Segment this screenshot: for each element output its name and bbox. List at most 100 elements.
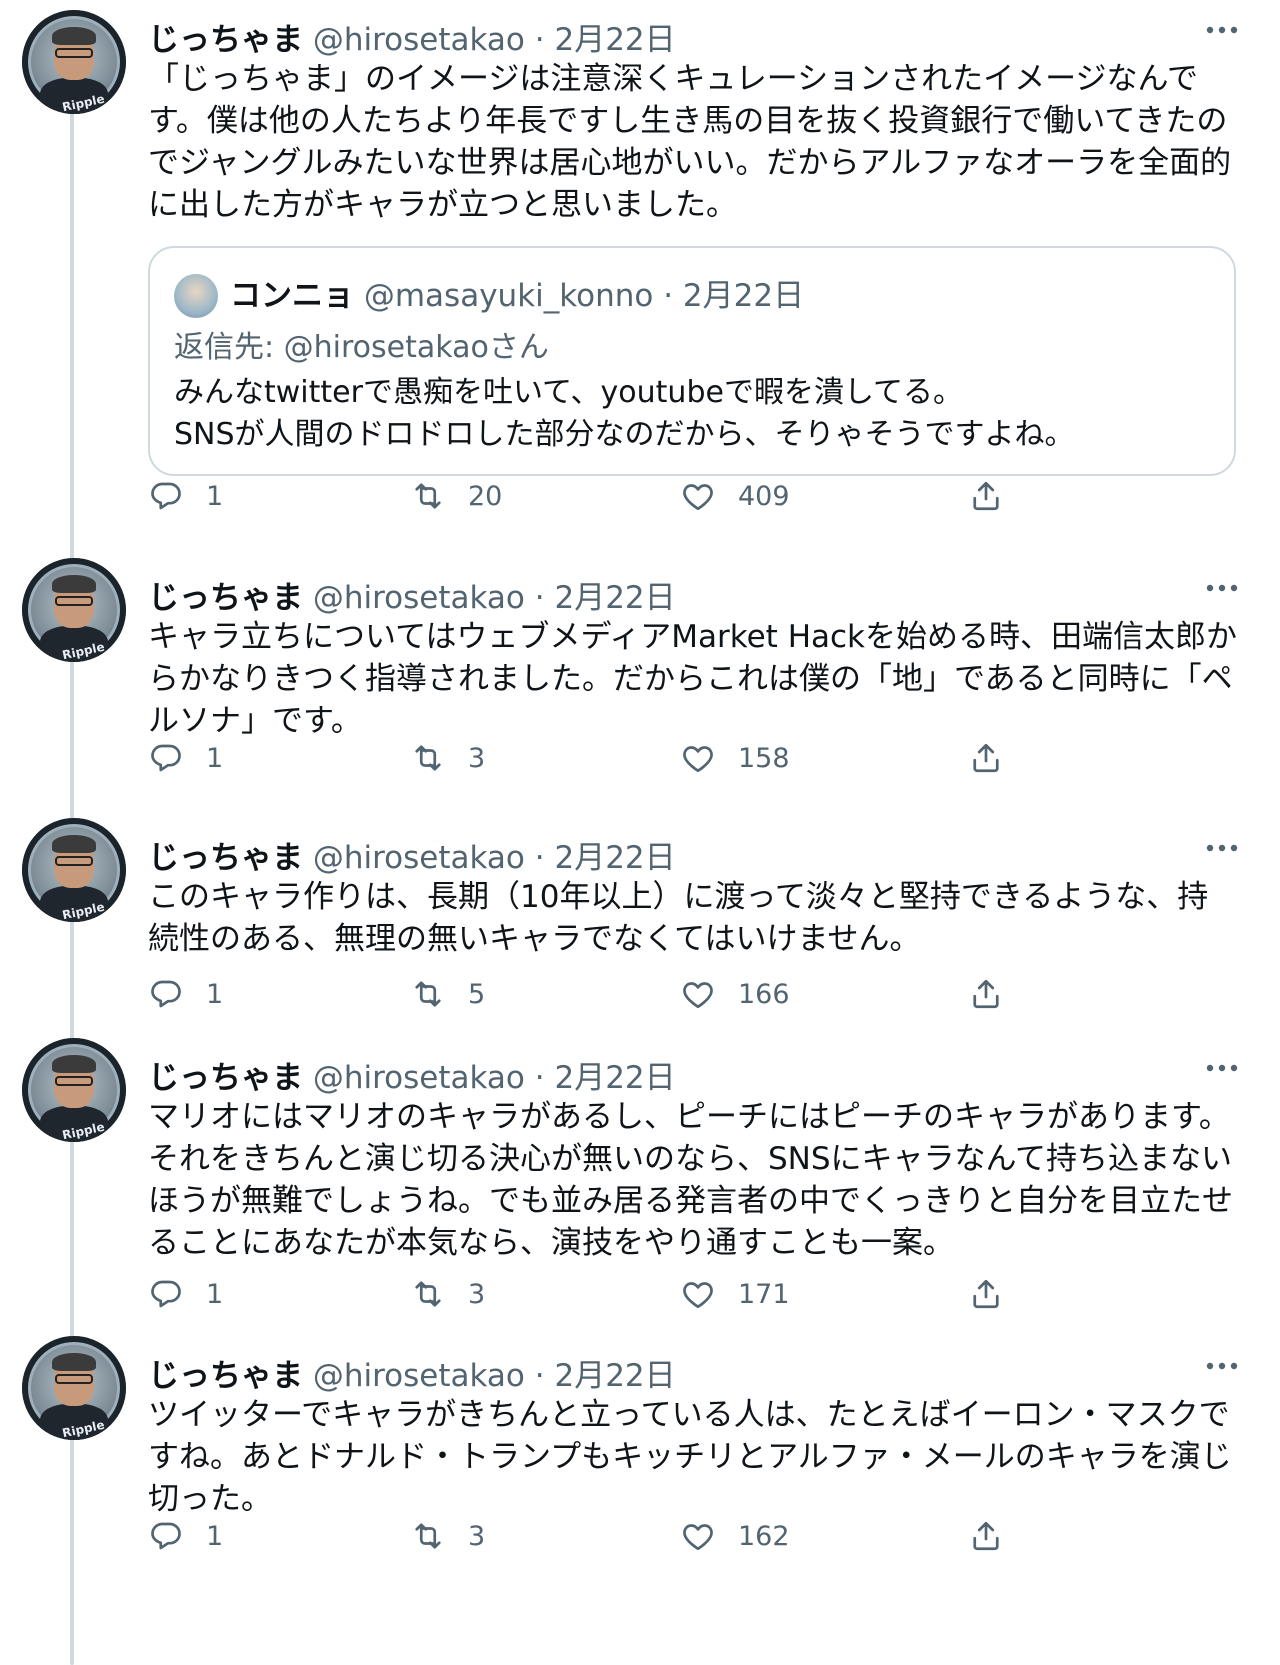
retweet-button[interactable]: 20 [410, 476, 502, 516]
retweet-count: 5 [468, 978, 486, 1010]
tweet-text: このキャラ作りは、長期（10年以上）に渡って淡々と堅持できるような、持続性のある… [148, 879, 1209, 957]
tweet-actions: 1 20 409 [148, 476, 1148, 516]
tweet: Ripple じっちゃま @hirosetakao · 2月22日 「じっちゃま」の… [0, 0, 1280, 558]
author-name[interactable]: じっちゃま [148, 1358, 303, 1394]
avatar[interactable]: Ripple [22, 818, 126, 922]
tweet-header: じっちゃま @hirosetakao · 2月22日 [148, 572, 676, 616]
retweet-count: 20 [468, 480, 503, 512]
tweet: Ripple じっちゃま @hirosetakao · 2月22日 マリオにはマリオ… [0, 1038, 1280, 1336]
retweet-icon [410, 976, 446, 1012]
retweet-count: 3 [468, 1278, 486, 1310]
tweet-actions: 1 5 166 [148, 974, 1148, 1014]
retweet-count: 3 [468, 742, 486, 774]
share-icon [968, 1518, 1004, 1554]
tweet: Ripple じっちゃま @hirosetakao · 2月22日 ツイッターでキャ… [0, 1336, 1280, 1665]
author-handle[interactable]: @hirosetakao [313, 1060, 525, 1096]
author-name[interactable]: じっちゃま [148, 580, 303, 616]
reply-count: 1 [206, 978, 224, 1010]
tweet-thread: Ripple じっちゃま @hirosetakao · 2月22日 「じっちゃま」の… [0, 0, 1280, 1665]
like-button[interactable]: 409 [680, 476, 790, 516]
reply-button[interactable]: 1 [148, 476, 223, 516]
like-button[interactable]: 162 [680, 1516, 790, 1556]
tweet-header: じっちゃま @hirosetakao · 2月22日 [148, 14, 676, 58]
like-count: 409 [738, 480, 790, 512]
more-icon[interactable] [1204, 1060, 1240, 1074]
retweet-button[interactable]: 3 [410, 1274, 485, 1314]
tweet-text: ツイッターでキャラがきちんと立っている人は、たとえばイーロン・マスクですね。あと… [148, 1397, 1232, 1517]
tweet-text: 「じっちゃま」のイメージは注意深くキュレーションされたイメージなんです。僕は他の… [148, 61, 1232, 223]
tweet-date[interactable]: 2月22日 [554, 840, 675, 876]
avatar[interactable]: Ripple [22, 558, 126, 662]
author-name[interactable]: じっちゃま [148, 22, 303, 58]
retweet-icon [410, 478, 446, 514]
reply-icon [148, 478, 184, 514]
tweet-actions: 1 3 158 [148, 738, 1148, 778]
author-handle[interactable]: @hirosetakao [313, 840, 525, 876]
retweet-icon [410, 1518, 446, 1554]
reply-count: 1 [206, 1520, 224, 1552]
author-name[interactable]: じっちゃま [148, 1060, 303, 1096]
tweet: Ripple じっちゃま @hirosetakao · 2月22日 このキャラ作りは… [0, 818, 1280, 1038]
share-button[interactable] [968, 1516, 1004, 1556]
share-button[interactable] [968, 974, 1004, 1014]
more-icon[interactable] [1204, 580, 1240, 594]
share-button[interactable] [968, 738, 1004, 778]
like-count: 158 [738, 742, 790, 774]
tweet-header: じっちゃま @hirosetakao · 2月22日 [148, 1052, 676, 1096]
quote-avatar [174, 274, 218, 318]
author-name[interactable]: じっちゃま [148, 840, 303, 876]
like-icon [680, 976, 716, 1012]
quote-text: みんなtwitterで愚痴を吐いて、youtubeで暇を潰してる。 SNSが人間… [174, 375, 1075, 452]
retweet-button[interactable]: 3 [410, 738, 485, 778]
tweet-date[interactable]: 2月22日 [554, 580, 675, 616]
quote-author-name: コンニョ [230, 278, 354, 314]
reply-count: 1 [206, 742, 224, 774]
more-icon[interactable] [1204, 22, 1240, 36]
retweet-count: 3 [468, 1520, 486, 1552]
separator-dot: · [534, 1358, 545, 1394]
retweet-button[interactable]: 5 [410, 974, 485, 1014]
share-icon [968, 478, 1004, 514]
quote-author-handle: @masayuki_konno [363, 278, 654, 314]
avatar[interactable]: Ripple [22, 1038, 126, 1142]
like-count: 162 [738, 1520, 790, 1552]
retweet-button[interactable]: 3 [410, 1516, 485, 1556]
tweet-actions: 1 3 171 [148, 1274, 1148, 1314]
quoted-tweet[interactable]: コンニョ @masayuki_konno · 2月22日返信先: @hirose… [148, 246, 1236, 476]
tweet-date[interactable]: 2月22日 [554, 1060, 675, 1096]
tweet-actions: 1 3 162 [148, 1516, 1148, 1556]
reply-count: 1 [206, 1278, 224, 1310]
reply-icon [148, 976, 184, 1012]
like-button[interactable]: 171 [680, 1274, 790, 1314]
avatar[interactable]: Ripple [22, 10, 126, 114]
separator-dot: · [534, 580, 545, 616]
author-handle[interactable]: @hirosetakao [313, 1358, 525, 1394]
like-count: 171 [738, 1278, 790, 1310]
like-button[interactable]: 166 [680, 974, 790, 1014]
quote-date: 2月22日 [682, 278, 805, 314]
quote-header: コンニョ @masayuki_konno · 2月22日 [230, 270, 804, 315]
reply-button[interactable]: 1 [148, 738, 223, 778]
quote-reply-to: 返信先: @hirosetakaoさん [174, 330, 549, 365]
share-button[interactable] [968, 476, 1004, 516]
avatar[interactable]: Ripple [22, 1336, 126, 1440]
tweet-date[interactable]: 2月22日 [554, 22, 675, 58]
like-button[interactable]: 158 [680, 738, 790, 778]
share-button[interactable] [968, 1274, 1004, 1314]
like-count: 166 [738, 978, 790, 1010]
reply-icon [148, 1518, 184, 1554]
reply-count: 1 [206, 480, 224, 512]
share-icon [968, 1276, 1004, 1312]
tweet-header: じっちゃま @hirosetakao · 2月22日 [148, 1350, 676, 1394]
like-icon [680, 1276, 716, 1312]
author-handle[interactable]: @hirosetakao [313, 22, 525, 58]
more-icon[interactable] [1204, 840, 1240, 854]
reply-button[interactable]: 1 [148, 1516, 223, 1556]
author-handle[interactable]: @hirosetakao [313, 580, 525, 616]
reply-button[interactable]: 1 [148, 1274, 223, 1314]
tweet-date[interactable]: 2月22日 [554, 1358, 675, 1394]
tweet-text: マリオにはマリオのキャラがあるし、ピーチにはピーチのキャラがあります。それをきち… [148, 1099, 1233, 1261]
reply-button[interactable]: 1 [148, 974, 223, 1014]
share-icon [968, 976, 1004, 1012]
more-icon[interactable] [1204, 1358, 1240, 1372]
